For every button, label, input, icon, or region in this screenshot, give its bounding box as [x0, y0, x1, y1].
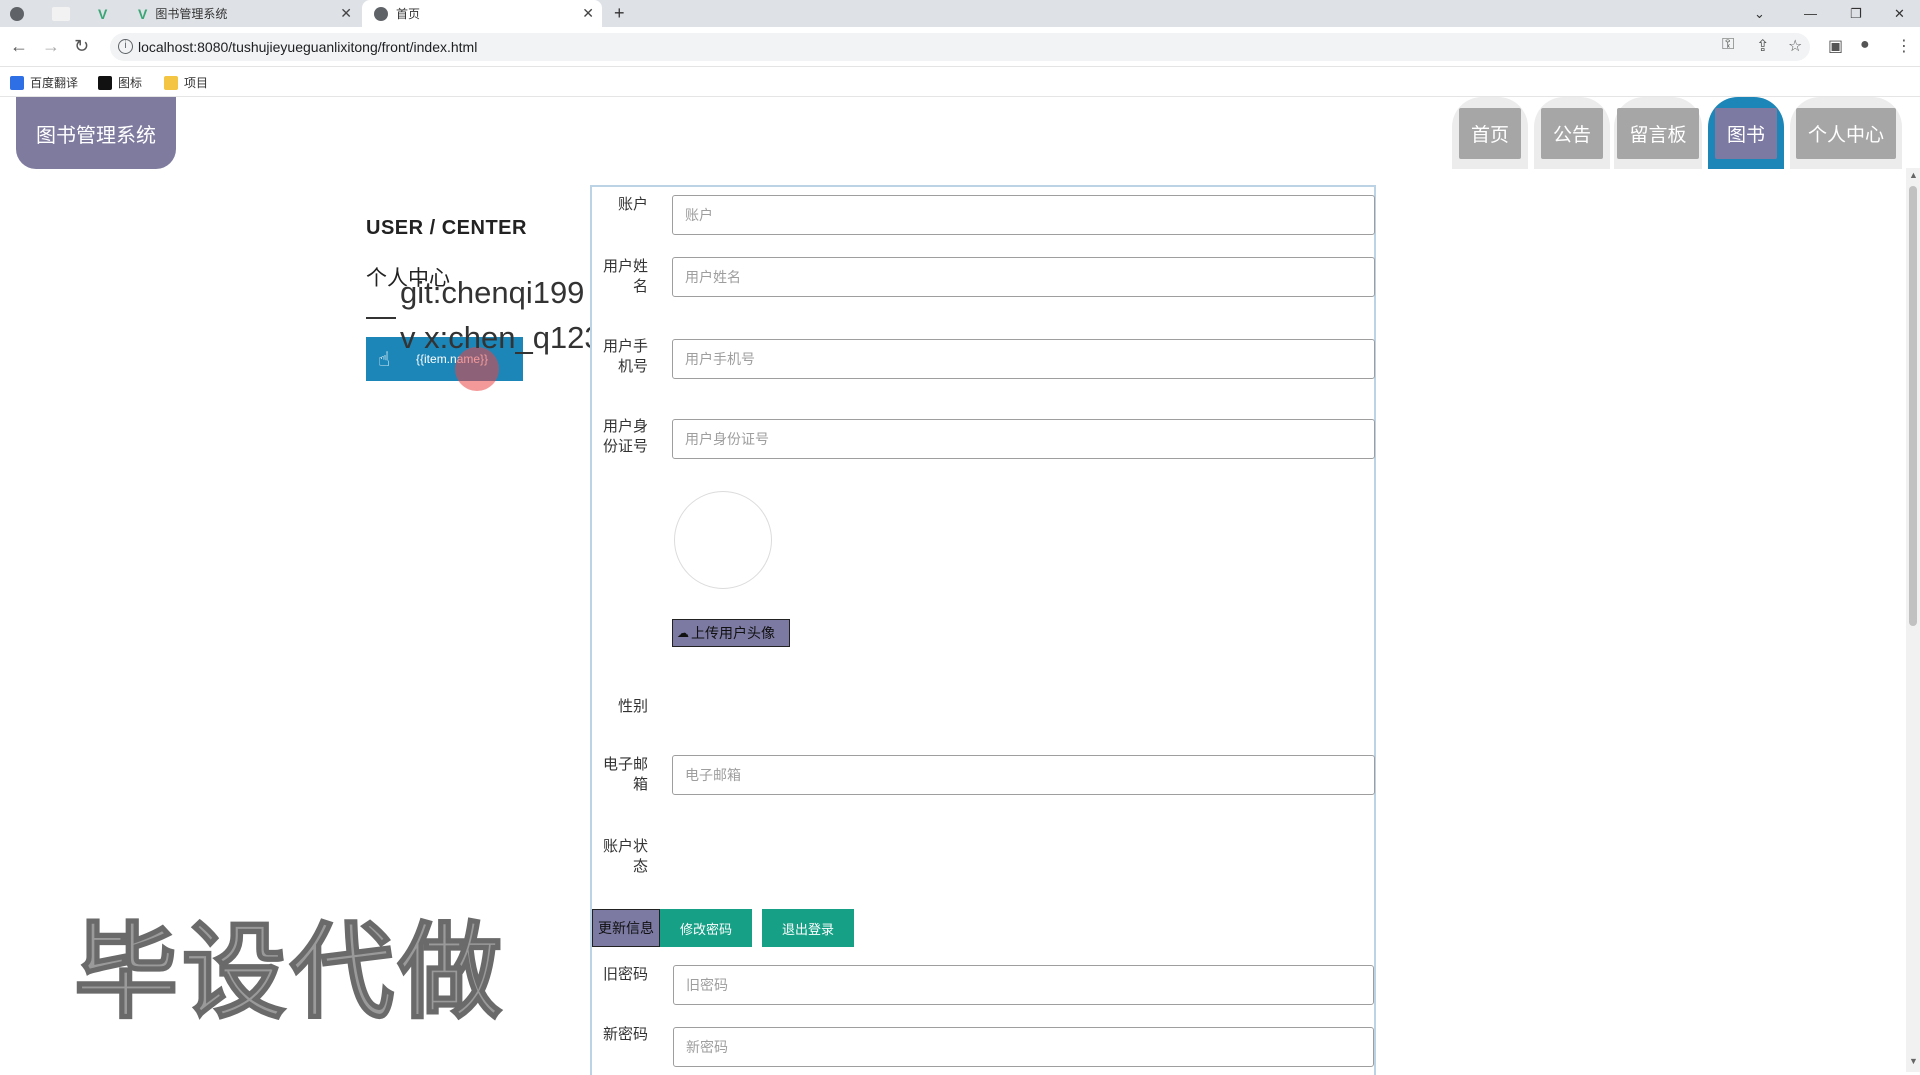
tab-label: 首页	[396, 7, 421, 21]
account-label: 账户	[617, 196, 648, 213]
logout-button[interactable]: 退出登录	[762, 909, 854, 947]
change-password-button[interactable]: 修改密码	[660, 909, 752, 947]
idcard-label: 用户身份证号	[602, 418, 648, 455]
tab-pinned-3[interactable]: V	[98, 0, 128, 27]
nav-home[interactable]: 首页	[1452, 97, 1528, 169]
globe-icon	[374, 6, 388, 21]
new-tab-button[interactable]: +	[614, 0, 625, 27]
scrollbar-thumb[interactable]	[1909, 186, 1917, 626]
new-password-input[interactable]: 新密码	[673, 1027, 1374, 1067]
nav-notice[interactable]: 公告	[1534, 97, 1610, 169]
address-bar-area: ← → ↻ i localhost:8080/tushujieyueguanli…	[0, 27, 1920, 67]
nav-user-center[interactable]: 个人中心	[1790, 97, 1902, 169]
idcard-input[interactable]: 用户身份证号	[672, 419, 1375, 459]
bookmark-label: 项目	[184, 76, 209, 90]
tab-search-icon[interactable]: ⌄	[1754, 0, 1765, 27]
blank-page-icon	[52, 6, 70, 21]
vue-icon: V	[98, 5, 108, 22]
nav-label: 公告	[1540, 107, 1603, 159]
star-icon[interactable]: ☆	[1788, 36, 1802, 56]
close-tab-icon[interactable]: ✕	[340, 5, 352, 22]
nav-label: 留言板	[1617, 107, 1699, 159]
back-icon[interactable]: ←	[10, 36, 28, 57]
scroll-up-icon[interactable]: ▲	[1909, 170, 1918, 180]
tab-pinned-1[interactable]	[10, 0, 50, 27]
gender-label: 性别	[617, 698, 648, 715]
vue-icon: V	[138, 5, 148, 22]
forward-icon[interactable]: →	[42, 36, 60, 57]
bookmark-baidu-translate[interactable]: 百度翻译	[10, 74, 78, 91]
restore-icon[interactable]: ❐	[1850, 0, 1862, 27]
site-info-icon[interactable]: i	[118, 39, 133, 54]
minimize-icon[interactable]: —	[1804, 0, 1817, 27]
tab-home[interactable]: 首页 ✕	[362, 0, 602, 27]
folder-icon	[164, 75, 178, 90]
update-info-button[interactable]: 更新信息	[592, 909, 660, 947]
user-info-form: 账户 账户 用户姓名 用户姓名 用户手机号 用户手机号 用户身份证号 用户身份证…	[590, 185, 1376, 1075]
bookmarks-bar: 百度翻译 图标 项目	[0, 67, 1920, 97]
name-input[interactable]: 用户姓名	[672, 257, 1375, 297]
page-content: 图书管理系统 首页 公告 留言板 图书 个人中心 USER / CENTER 个…	[0, 97, 1920, 1075]
status-label: 账户状态	[602, 838, 648, 875]
browser-tab-bar: V V 图书管理系统 ✕ 首页 ✕ + ⌄ — ❐ ✕	[0, 0, 1920, 27]
bookmark-project[interactable]: 项目	[164, 74, 208, 91]
sidepanel-icon[interactable]: ▣	[1828, 36, 1843, 56]
old-password-label: 旧密码	[602, 966, 648, 983]
url-text: localhost:8080/tushujieyueguanlixitong/f…	[138, 39, 478, 55]
globe-icon	[10, 6, 24, 21]
upload-label: 上传用户头像	[691, 625, 775, 641]
bookmark-icons[interactable]: 图标	[98, 74, 142, 91]
tab-label: 图书管理系统	[155, 7, 228, 21]
cloud-upload-icon: ☁	[677, 626, 689, 640]
close-window-icon[interactable]: ✕	[1894, 0, 1905, 27]
reload-icon[interactable]: ↻	[74, 36, 89, 57]
nav-message-board[interactable]: 留言板	[1614, 97, 1702, 169]
upload-avatar-button[interactable]: ☁ 上传用户头像	[672, 619, 790, 647]
phone-label: 用户手机号	[602, 338, 648, 375]
avatar-preview	[674, 491, 772, 589]
phone-input[interactable]: 用户手机号	[672, 339, 1375, 379]
title-underline	[366, 317, 396, 319]
tab-book-system[interactable]: V 图书管理系统 ✕	[130, 0, 360, 27]
menu-dots-icon[interactable]: ⋮	[1896, 36, 1912, 56]
account-input[interactable]: 账户	[672, 195, 1375, 235]
name-label: 用户姓名	[602, 258, 648, 295]
watermark-git: git:chenqi199	[400, 275, 585, 310]
share-icon[interactable]: ⇪	[1756, 36, 1769, 56]
bookmark-label: 图标	[118, 76, 143, 90]
watermark-big: 毕设代做	[73, 914, 507, 1032]
image-icon	[98, 75, 112, 90]
bookmark-label: 百度翻译	[30, 76, 79, 90]
user-center-title: USER / CENTER	[366, 217, 527, 239]
email-input[interactable]: 电子邮箱	[672, 755, 1375, 795]
nav-label: 图书	[1714, 107, 1777, 159]
close-tab-icon[interactable]: ✕	[582, 5, 594, 22]
old-password-input[interactable]: 旧密码	[673, 965, 1374, 1005]
key-icon[interactable]: ⚿	[1722, 36, 1734, 54]
hand-pointer-icon: ☝	[378, 349, 391, 371]
translate-icon	[10, 75, 24, 90]
url-field[interactable]: i localhost:8080/tushujieyueguanlixitong…	[110, 33, 1810, 61]
nav-books[interactable]: 图书	[1708, 97, 1784, 169]
profile-icon[interactable]: ●	[1860, 36, 1870, 54]
site-logo[interactable]: 图书管理系统	[16, 97, 176, 169]
page-scrollbar[interactable]: ▲ ▼	[1906, 168, 1920, 1072]
email-label: 电子邮箱	[602, 756, 648, 793]
scroll-down-icon[interactable]: ▼	[1909, 1056, 1918, 1066]
form-actions: 更新信息 修改密码 退出登录	[592, 909, 1378, 947]
tab-pinned-2[interactable]	[52, 0, 96, 27]
nav-label: 个人中心	[1795, 107, 1896, 159]
new-password-label: 新密码	[602, 1026, 648, 1043]
nav-label: 首页	[1458, 107, 1521, 159]
